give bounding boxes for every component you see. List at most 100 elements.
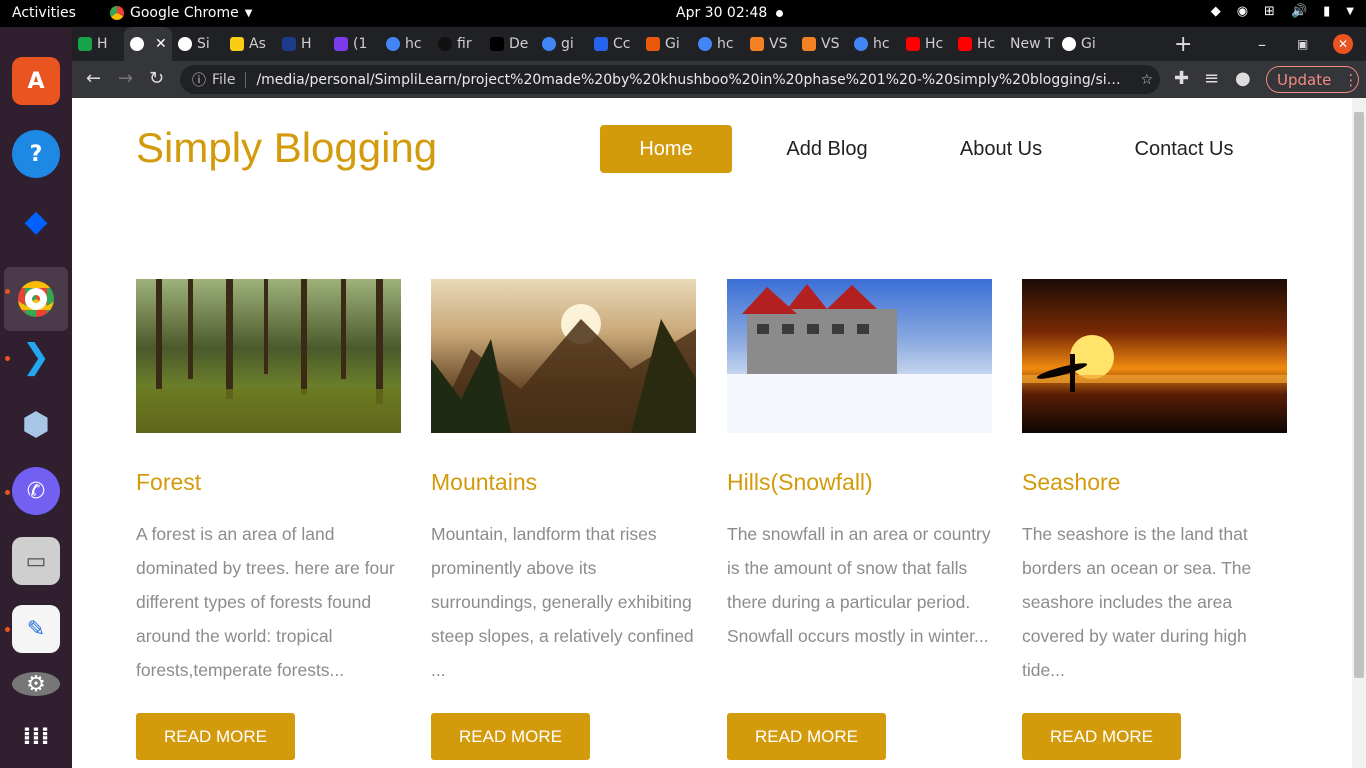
volume-icon[interactable]: 🔊: [1291, 4, 1307, 19]
tab[interactable]: (1: [328, 27, 380, 61]
chevron-down-icon[interactable]: ▼: [1346, 6, 1354, 17]
tab[interactable]: Hc: [900, 27, 952, 61]
tab-label: Gi: [665, 36, 680, 52]
tab-favicon: [78, 37, 92, 51]
tab[interactable]: H: [72, 27, 124, 61]
url-text[interactable]: /media/personal/SimpliLearn/project%20ma…: [256, 72, 1126, 88]
tab[interactable]: Cc: [588, 27, 640, 61]
tab-label: (1: [353, 36, 368, 52]
show-apps-icon[interactable]: ⁞⁞⁞: [12, 712, 60, 760]
files-icon[interactable]: ▭: [12, 537, 60, 585]
tab[interactable]: De: [484, 27, 536, 61]
battery-icon[interactable]: ▮: [1323, 4, 1330, 19]
viber-icon[interactable]: ✆: [12, 467, 60, 515]
chrome-icon[interactable]: [4, 267, 68, 331]
tab-label: New T: [1010, 36, 1054, 52]
system-tray[interactable]: ◆ ◉ ⊞ 🔊 ▮ ▼: [1211, 4, 1354, 19]
media-control-icon[interactable]: ≡: [1204, 68, 1219, 89]
card-title[interactable]: Seashore: [1022, 469, 1287, 496]
tab[interactable]: VS: [796, 27, 848, 61]
tab[interactable]: New T: [1004, 27, 1056, 61]
tab[interactable]: hc: [692, 27, 744, 61]
atlassian-icon: [594, 37, 608, 51]
tab-active[interactable]: ✕: [124, 27, 172, 61]
settings-icon[interactable]: ⚙: [12, 672, 60, 697]
maximize-button[interactable]: ▣: [1297, 27, 1308, 61]
dropbox-tray-icon[interactable]: ◆: [1211, 4, 1221, 19]
tab[interactable]: gi: [536, 27, 588, 61]
minimize-button[interactable]: –: [1258, 27, 1266, 61]
youtube-icon: [958, 37, 972, 51]
tab-label: gi: [561, 36, 574, 52]
tab[interactable]: hc: [380, 27, 432, 61]
tab[interactable]: VS: [744, 27, 796, 61]
tab[interactable]: Gi: [1056, 27, 1108, 61]
youtube-icon: [906, 37, 920, 51]
read-more-button[interactable]: READ MORE: [136, 713, 295, 760]
tab[interactable]: Si: [172, 27, 224, 61]
text-editor-icon[interactable]: ✎: [12, 605, 60, 653]
card-excerpt: A forest is an area of land dominated by…: [136, 524, 395, 680]
nav-about-us[interactable]: About Us: [942, 125, 1060, 173]
forward-arrow-icon[interactable]: →: [118, 68, 133, 89]
mountain-silhouette-graphic: [431, 304, 696, 433]
network-icon[interactable]: ⊞: [1264, 4, 1275, 19]
menu-dots-icon[interactable]: ⋮: [1343, 71, 1358, 89]
notification-dot: [776, 10, 783, 17]
app-store-icon[interactable]: A: [12, 57, 60, 105]
web-page: Simply Blogging Home Add Blog About Us C…: [72, 98, 1352, 768]
vscode-icon[interactable]: ❯: [12, 333, 60, 381]
page-scrollbar[interactable]: [1352, 98, 1366, 768]
site-title[interactable]: Simply Blogging: [136, 124, 437, 172]
blog-card-hills: Hills(Snowfall) The snowfall in an area …: [727, 279, 992, 760]
card-title[interactable]: Forest: [136, 469, 401, 496]
activities-button[interactable]: Activities: [12, 5, 76, 21]
clock[interactable]: Apr 30 02:48: [676, 5, 767, 21]
card-title[interactable]: Mountains: [431, 469, 696, 496]
back-arrow-icon[interactable]: ←: [86, 68, 101, 89]
running-indicator: [5, 289, 10, 294]
browser-toolbar: ← → ↻ ⓘ File /media/personal/SimpliLearn…: [72, 61, 1366, 98]
google-icon: [542, 37, 556, 51]
help-icon[interactable]: ?: [12, 130, 60, 178]
tab-label: hc: [717, 36, 734, 52]
close-window-button[interactable]: ✕: [1333, 27, 1353, 61]
extensions-icon[interactable]: ✚: [1174, 68, 1189, 89]
card-title[interactable]: Hills(Snowfall): [727, 469, 992, 496]
star-icon[interactable]: ☆: [1140, 72, 1153, 88]
info-icon[interactable]: ⓘ: [192, 70, 206, 90]
profile-icon[interactable]: ●: [1235, 68, 1251, 89]
update-button[interactable]: Update ⋮: [1266, 66, 1359, 93]
nav-home[interactable]: Home: [600, 125, 732, 173]
virtualbox-icon[interactable]: ⬢: [12, 400, 60, 448]
tab[interactable]: Gi: [640, 27, 692, 61]
address-bar[interactable]: ⓘ File /media/personal/SimpliLearn/proje…: [180, 65, 1160, 94]
read-more-button[interactable]: READ MORE: [431, 713, 590, 760]
tab-label: hc: [873, 36, 890, 52]
nav-contact-us[interactable]: Contact Us: [1122, 125, 1246, 173]
chrome-icon: [110, 6, 124, 20]
tab-label: Hc: [977, 36, 996, 52]
running-indicator: [5, 627, 10, 632]
scrollbar-thumb[interactable]: [1354, 112, 1364, 678]
read-more-button[interactable]: READ MORE: [1022, 713, 1181, 760]
read-more-button[interactable]: READ MORE: [727, 713, 886, 760]
tab[interactable]: H: [276, 27, 328, 61]
new-tab-button[interactable]: +: [1174, 27, 1192, 61]
hills-snowfall-image: [727, 279, 992, 433]
globe-icon: [178, 37, 192, 51]
tab[interactable]: hc: [848, 27, 900, 61]
tab-label: Si: [197, 36, 210, 52]
dropbox-icon[interactable]: ◆: [12, 197, 60, 245]
file-label: File: [212, 71, 247, 88]
close-icon[interactable]: ✕: [155, 36, 167, 52]
tab[interactable]: fir: [432, 27, 484, 61]
reload-icon[interactable]: ↻: [149, 68, 164, 89]
tab[interactable]: Hc: [952, 27, 1004, 61]
dock: A ? ◆ ❯ ⬢ ✆ ▭ ✎ ⚙ ⁞⁞⁞: [0, 27, 72, 768]
tab[interactable]: As: [224, 27, 276, 61]
nav-add-blog[interactable]: Add Blog: [772, 125, 882, 173]
app-menu[interactable]: Google Chrome ▼: [110, 5, 252, 21]
viber-tray-icon[interactable]: ◉: [1237, 4, 1248, 19]
tab-label: fir: [457, 36, 472, 52]
